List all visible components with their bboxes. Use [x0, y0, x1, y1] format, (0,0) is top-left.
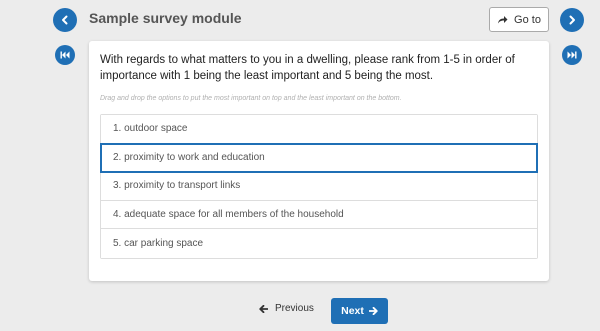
next-module-button[interactable] — [560, 8, 584, 32]
question-card: With regards to what matters to you in a… — [89, 41, 549, 281]
rank-option-1[interactable]: 1. outdoor space — [101, 115, 537, 144]
last-page-button[interactable] — [562, 45, 582, 65]
drag-instruction: Drag and drop the options to put the mos… — [100, 95, 402, 102]
share-arrow-icon — [498, 16, 508, 24]
arrow-right-icon — [368, 307, 378, 315]
chevron-right-icon — [569, 15, 575, 25]
rank-option-5[interactable]: 5. car parking space — [101, 229, 537, 258]
goto-label: Go to — [514, 13, 541, 26]
next-label: Next — [341, 305, 364, 317]
goto-button[interactable]: Go to — [489, 7, 549, 32]
question-text: With regards to what matters to you in a… — [100, 54, 515, 82]
skip-first-icon — [60, 51, 70, 59]
rank-option-4[interactable]: 4. adequate space for all members of the… — [101, 200, 537, 230]
previous-label: Previous — [275, 303, 314, 314]
survey-page: Sample survey module Go to With regards … — [0, 0, 600, 331]
skip-last-icon — [567, 51, 577, 59]
previous-button[interactable]: Previous — [259, 303, 314, 314]
rank-option-3[interactable]: 3. proximity to transport links — [101, 172, 537, 201]
rank-option-2[interactable]: 2. proximity to work and education — [100, 142, 538, 174]
next-button[interactable]: Next — [331, 298, 388, 324]
chevron-left-icon — [62, 15, 68, 25]
arrow-left-icon — [259, 304, 268, 313]
previous-module-button[interactable] — [53, 8, 77, 32]
ranking-list: 1. outdoor space 2. proximity to work an… — [100, 114, 538, 259]
module-title: Sample survey module — [89, 10, 242, 26]
first-page-button[interactable] — [55, 45, 75, 65]
